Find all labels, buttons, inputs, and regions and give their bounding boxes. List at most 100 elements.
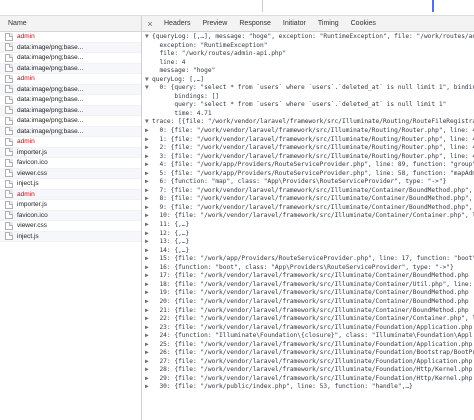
expanded-triangle-icon[interactable]: ▼ bbox=[145, 118, 152, 127]
json-tree-line[interactable]: ▶ 21: {file: "/work/vendor/laravel/frame… bbox=[145, 307, 474, 316]
request-row[interactable]: inject.js bbox=[0, 179, 141, 190]
collapsed-triangle-icon[interactable]: ▶ bbox=[145, 332, 152, 341]
request-row[interactable]: data:image/png;base... bbox=[0, 116, 141, 127]
json-tree-line[interactable]: ▶ 17: {file: "/work/vendor/laravel/frame… bbox=[145, 272, 474, 281]
tab-timing[interactable]: Timing bbox=[312, 16, 345, 32]
collapsed-triangle-icon[interactable]: ▶ bbox=[145, 264, 152, 273]
tab-headers[interactable]: Headers bbox=[158, 16, 196, 32]
close-icon[interactable]: × bbox=[142, 19, 158, 29]
collapsed-triangle-icon[interactable]: ▶ bbox=[145, 358, 152, 367]
json-tree-line[interactable]: ▶ 12: {,…} bbox=[145, 230, 474, 239]
json-tree-line[interactable]: ▶ 0: {file: "/work/vendor/laravel/framew… bbox=[145, 127, 474, 136]
collapsed-triangle-icon[interactable]: ▶ bbox=[145, 375, 152, 384]
collapsed-triangle-icon[interactable]: ▶ bbox=[145, 307, 152, 316]
request-row[interactable]: data:image/png;base... bbox=[0, 126, 141, 137]
collapsed-triangle-icon[interactable]: ▶ bbox=[145, 298, 152, 307]
collapsed-triangle-icon[interactable]: ▶ bbox=[145, 230, 152, 239]
request-row[interactable]: data:image/png;base... bbox=[0, 42, 141, 53]
json-tree-line[interactable]: ▶ 13: {,…} bbox=[145, 238, 474, 247]
json-tree-line[interactable]: ▼ 0: {query: "select * from `users` wher… bbox=[145, 84, 474, 93]
request-row[interactable]: inject.js bbox=[0, 231, 141, 242]
request-row[interactable]: importer.js bbox=[0, 147, 141, 158]
collapsed-triangle-icon[interactable]: ▶ bbox=[145, 255, 152, 264]
request-row[interactable]: favicon.ico bbox=[0, 210, 141, 221]
json-tree-line[interactable]: ▶ 2: {file: "/work/vendor/laravel/framew… bbox=[145, 144, 474, 153]
json-tree-line[interactable]: ▶ 14: {,…} bbox=[145, 247, 474, 256]
collapsed-triangle-icon[interactable]: ▶ bbox=[145, 195, 152, 204]
request-row[interactable]: admin bbox=[0, 32, 141, 43]
json-tree-line[interactable]: ▶ 3: {file: "/work/vendor/laravel/framew… bbox=[145, 153, 474, 162]
json-tree-line[interactable]: ▶ 5: {file: "/work/app/Providers/RouteSe… bbox=[145, 170, 474, 179]
json-tree-line[interactable]: ▼ {queryLog: [,…], message: "hoge", excep… bbox=[145, 33, 474, 42]
json-tree-line[interactable]: ▼ trace: [{file: "/work/vendor/laravel/fr… bbox=[145, 118, 474, 127]
json-tree-line[interactable]: ▶ 7: {file: "/work/vendor/laravel/framew… bbox=[145, 187, 474, 196]
json-tree-line[interactable]: ▶ 20: {file: "/work/vendor/laravel/frame… bbox=[145, 298, 474, 307]
json-tree-line[interactable]: ▶ 24: {function: "Illuminate\Foundation\… bbox=[145, 332, 474, 341]
json-tree-line[interactable]: ▶ 23: {file: "/work/vendor/laravel/frame… bbox=[145, 324, 474, 333]
collapsed-triangle-icon[interactable]: ▶ bbox=[145, 144, 152, 153]
json-tree-line[interactable]: ▶ 16: {function: "boot", class: "App\Pro… bbox=[145, 264, 474, 273]
json-tree-line[interactable]: ▶ 29: {file: "/work/vendor/laravel/frame… bbox=[145, 375, 474, 384]
json-tree-line[interactable]: ▼ queryLog: [,…] bbox=[145, 76, 474, 85]
json-tree-line[interactable]: ▶ 19: {file: "/work/vendor/laravel/frame… bbox=[145, 289, 474, 298]
json-tree-line[interactable]: ▶ 4: {file: "/work/app/Providers/RouteSe… bbox=[145, 161, 474, 170]
request-row[interactable]: data:image/png;base... bbox=[0, 84, 141, 95]
request-row[interactable]: data:image/png;base... bbox=[0, 63, 141, 74]
json-tree-line[interactable]: ▶ 27: {file: "/work/vendor/laravel/frame… bbox=[145, 358, 474, 367]
json-tree-line[interactable]: ▶ 15: {file: "/work/app/Providers/RouteS… bbox=[145, 255, 474, 264]
collapsed-triangle-icon[interactable]: ▶ bbox=[145, 187, 152, 196]
request-row[interactable]: data:image/png;base... bbox=[0, 105, 141, 116]
json-tree-line[interactable]: ▶ 22: {file: "/work/vendor/laravel/frame… bbox=[145, 315, 474, 324]
collapsed-triangle-icon[interactable]: ▶ bbox=[145, 127, 152, 136]
collapsed-triangle-icon[interactable]: ▶ bbox=[145, 221, 152, 230]
json-tree-line[interactable]: ▶ 9: {file: "/work/vendor/laravel/framew… bbox=[145, 204, 474, 213]
collapsed-triangle-icon[interactable]: ▶ bbox=[145, 238, 152, 247]
json-tree-line[interactable]: ▶ 25: {file: "/work/vendor/laravel/frame… bbox=[145, 341, 474, 350]
expanded-triangle-icon[interactable]: ▼ bbox=[145, 33, 152, 42]
json-tree-line[interactable]: ▶ 26: {file: "/work/vendor/laravel/frame… bbox=[145, 349, 474, 358]
collapsed-triangle-icon[interactable]: ▶ bbox=[145, 170, 152, 179]
expanded-triangle-icon[interactable]: ▼ bbox=[145, 76, 152, 85]
json-tree-line[interactable]: ▶ 10: {file: "/work/vendor/laravel/frame… bbox=[145, 212, 474, 221]
tab-cookies[interactable]: Cookies bbox=[345, 16, 382, 32]
json-tree-line[interactable]: ▶ 6: {function: "map", class: "App\Provi… bbox=[145, 178, 474, 187]
collapsed-triangle-icon[interactable]: ▶ bbox=[145, 349, 152, 358]
collapsed-triangle-icon[interactable]: ▶ bbox=[145, 161, 152, 170]
collapsed-triangle-icon[interactable]: ▶ bbox=[145, 315, 152, 324]
json-tree-line[interactable]: ▶ 18: {file: "/work/vendor/laravel/frame… bbox=[145, 281, 474, 290]
collapsed-triangle-icon[interactable]: ▶ bbox=[145, 178, 152, 187]
collapsed-triangle-icon[interactable]: ▶ bbox=[145, 212, 152, 221]
collapsed-triangle-icon[interactable]: ▶ bbox=[145, 272, 152, 281]
collapsed-triangle-icon[interactable]: ▶ bbox=[145, 289, 152, 298]
request-name: viewer.css bbox=[17, 169, 47, 177]
request-row[interactable]: admin bbox=[0, 189, 141, 200]
collapsed-triangle-icon[interactable]: ▶ bbox=[145, 136, 152, 145]
json-tree-line[interactable]: ▶ 11: {,…} bbox=[145, 221, 474, 230]
json-tree-line[interactable]: ▶ 8: {file: "/work/vendor/laravel/framew… bbox=[145, 195, 474, 204]
request-row[interactable]: viewer.css bbox=[0, 168, 141, 179]
collapsed-triangle-icon[interactable]: ▶ bbox=[145, 324, 152, 333]
expanded-triangle-icon[interactable]: ▼ bbox=[145, 84, 152, 93]
tab-preview[interactable]: Preview bbox=[196, 16, 233, 32]
request-row[interactable]: importer.js bbox=[0, 200, 141, 211]
request-row[interactable]: favicon.ico bbox=[0, 158, 141, 169]
json-tree-line[interactable]: ▶ 30: {file: "/work/public/index.php", l… bbox=[145, 383, 474, 392]
collapsed-triangle-icon[interactable]: ▶ bbox=[145, 247, 152, 256]
request-row[interactable]: admin bbox=[0, 137, 141, 148]
tab-initiator[interactable]: Initiator bbox=[277, 16, 312, 32]
collapsed-triangle-icon[interactable]: ▶ bbox=[145, 341, 152, 350]
collapsed-triangle-icon[interactable]: ▶ bbox=[145, 383, 152, 392]
collapsed-triangle-icon[interactable]: ▶ bbox=[145, 153, 152, 162]
request-row[interactable]: admin bbox=[0, 74, 141, 85]
collapsed-triangle-icon[interactable]: ▶ bbox=[145, 281, 152, 290]
request-row[interactable]: data:image/png;base... bbox=[0, 53, 141, 64]
name-column-header[interactable]: Name bbox=[0, 16, 141, 32]
collapsed-triangle-icon[interactable]: ▶ bbox=[145, 204, 152, 213]
json-tree-text: 16: {function: "boot", class: "App\Provi… bbox=[152, 263, 454, 271]
json-tree-line[interactable]: ▶ 28: {file: "/work/vendor/laravel/frame… bbox=[145, 366, 474, 375]
json-tree-line[interactable]: ▶ 1: {file: "/work/vendor/laravel/framew… bbox=[145, 136, 474, 145]
tab-response[interactable]: Response bbox=[233, 16, 277, 32]
request-row[interactable]: data:image/png;base... bbox=[0, 95, 141, 106]
collapsed-triangle-icon[interactable]: ▶ bbox=[145, 366, 152, 375]
request-row[interactable]: viewer.css bbox=[0, 221, 141, 232]
